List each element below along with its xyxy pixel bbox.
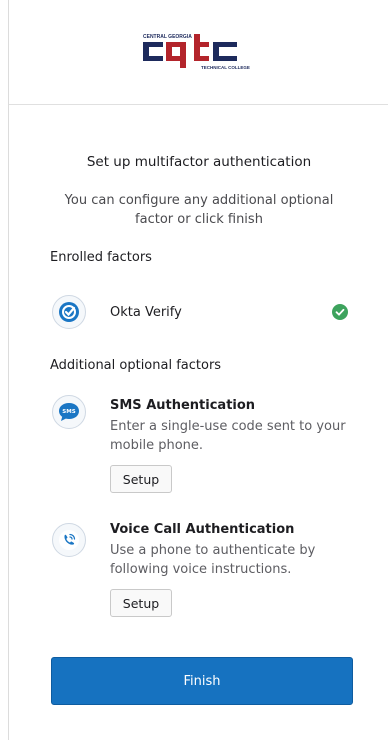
header: CENTRAL GEORGIA TECHNICAL COLLEGE: [9, 0, 388, 105]
sms-icon: SMS: [52, 395, 86, 429]
enrolled-factors-title: Enrolled factors: [50, 250, 152, 265]
okta-verify-icon: [52, 295, 86, 329]
sms-icon-text: SMS: [62, 409, 75, 415]
voice-auth-description: Use a phone to authenticate by following…: [110, 543, 316, 577]
cgtc-logo: CENTRAL GEORGIA TECHNICAL COLLEGE: [141, 32, 257, 72]
page-title: Set up multifactor authentication: [86, 154, 312, 170]
enrolled-check-icon: [332, 304, 348, 320]
page-subtitle: You can configure any additional optiona…: [64, 193, 334, 227]
okta-verify-label: Okta Verify: [110, 305, 182, 320]
sms-setup-button[interactable]: Setup: [110, 465, 172, 493]
voice-setup-button[interactable]: Setup: [110, 589, 172, 617]
logo-top-text: CENTRAL GEORGIA: [143, 34, 192, 40]
finish-button[interactable]: Finish: [51, 657, 353, 705]
voice-call-icon: [52, 523, 86, 557]
voice-auth-name: Voice Call Authentication: [110, 522, 295, 537]
mfa-card: CENTRAL GEORGIA TECHNICAL COLLEGE Set up…: [8, 0, 388, 740]
sms-auth-description: Enter a single-use code sent to your mob…: [110, 419, 346, 453]
optional-factors-title: Additional optional factors: [50, 358, 222, 373]
sms-auth-name: SMS Authentication: [110, 398, 256, 413]
logo-bottom-text: TECHNICAL COLLEGE: [201, 65, 250, 70]
